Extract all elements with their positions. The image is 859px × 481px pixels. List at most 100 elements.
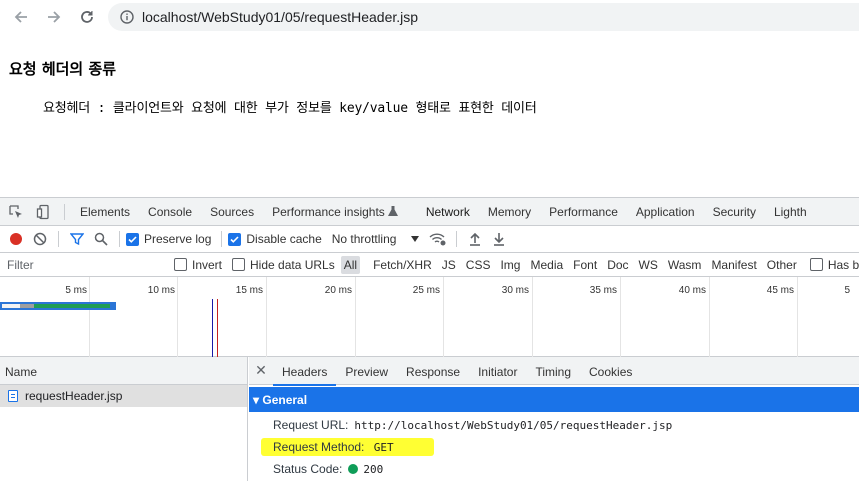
filter-bar: Invert Hide data URLs All Fetch/XHR JS C… bbox=[0, 253, 859, 277]
document-icon bbox=[8, 390, 18, 402]
timeline-gridline bbox=[355, 277, 356, 357]
reload-button[interactable] bbox=[76, 6, 98, 28]
filter-type-css[interactable]: CSS bbox=[463, 256, 494, 274]
timeline-gridline bbox=[443, 277, 444, 357]
tab-security[interactable]: Security bbox=[704, 198, 765, 225]
devtools-panel: Elements Console Sources Performance ins… bbox=[0, 197, 859, 481]
toolbar-divider bbox=[221, 231, 223, 247]
preserve-log-checkbox[interactable]: Preserve log bbox=[126, 232, 211, 246]
timeline-gridline bbox=[532, 277, 533, 357]
throttling-value: No throttling bbox=[331, 232, 397, 246]
download-icon bbox=[494, 233, 505, 246]
disable-cache-checkbox[interactable]: Disable cache bbox=[228, 232, 322, 246]
forward-button[interactable] bbox=[43, 6, 65, 28]
filter-type-fetch-xhr[interactable]: Fetch/XHR bbox=[370, 256, 435, 274]
checkbox-checked-icon bbox=[126, 232, 139, 246]
tab-response[interactable]: Response bbox=[397, 357, 469, 385]
tab-timing[interactable]: Timing bbox=[526, 357, 580, 385]
filter-type-img[interactable]: Img bbox=[497, 256, 523, 274]
search-icon bbox=[94, 232, 108, 246]
general-section-header[interactable]: ▾ General bbox=[249, 387, 859, 412]
record-button[interactable] bbox=[4, 227, 28, 251]
import-har-button[interactable] bbox=[463, 227, 487, 251]
status-code-value: 200 bbox=[363, 462, 384, 476]
arrow-left-icon bbox=[14, 11, 27, 23]
request-details: ✕ Headers Preview Response Initiator Tim… bbox=[249, 357, 859, 481]
tab-elements[interactable]: Elements bbox=[71, 198, 139, 225]
toolbar-divider bbox=[58, 231, 59, 247]
request-method-label: Request Method: bbox=[273, 440, 365, 454]
tab-headers[interactable]: Headers bbox=[273, 357, 337, 386]
clear-button[interactable] bbox=[28, 227, 52, 251]
arrow-right-icon bbox=[48, 11, 61, 23]
network-overview-timeline[interactable]: 5 ms 10 ms 15 ms 20 ms 25 ms 30 ms 35 ms… bbox=[0, 277, 859, 357]
timeline-tick-label: 30 ms bbox=[501, 285, 529, 296]
browser-toolbar: localhost/WebStudy01/05/requestHeader.js… bbox=[0, 0, 859, 34]
dropdown-arrow-icon bbox=[411, 236, 420, 242]
wifi-settings-icon bbox=[429, 233, 446, 246]
address-bar[interactable]: localhost/WebStudy01/05/requestHeader.js… bbox=[108, 3, 859, 31]
network-conditions-button[interactable] bbox=[426, 227, 450, 251]
filter-type-wasm[interactable]: Wasm bbox=[665, 256, 705, 274]
back-button[interactable] bbox=[10, 6, 32, 28]
checkbox-checked-icon bbox=[228, 232, 242, 246]
throttling-select[interactable]: No throttling bbox=[332, 232, 421, 246]
checkbox-unchecked-icon bbox=[174, 258, 187, 271]
waterfall-download-segment bbox=[34, 304, 110, 308]
inspect-element-icon[interactable] bbox=[2, 204, 30, 220]
flask-icon bbox=[387, 206, 398, 216]
toolbar-divider bbox=[119, 231, 120, 247]
timeline-tick-label: 5 bbox=[844, 285, 850, 296]
load-event-marker bbox=[217, 299, 218, 357]
tab-lighthouse[interactable]: Lighth bbox=[765, 198, 816, 225]
filter-type-media[interactable]: Media bbox=[527, 256, 566, 274]
filter-type-other[interactable]: Other bbox=[764, 256, 800, 274]
tab-network[interactable]: Network bbox=[416, 198, 479, 225]
funnel-icon bbox=[70, 233, 84, 246]
invert-label: Invert bbox=[192, 257, 223, 272]
filter-type-manifest[interactable]: Manifest bbox=[708, 256, 759, 274]
tab-cookies[interactable]: Cookies bbox=[580, 357, 641, 385]
tab-performance-insights-label: Performance insights bbox=[272, 204, 385, 219]
dom-content-loaded-marker bbox=[212, 299, 213, 357]
timeline-tick-label: 15 ms bbox=[235, 285, 263, 296]
info-icon bbox=[120, 10, 134, 24]
tab-memory[interactable]: Memory bbox=[479, 198, 540, 225]
tab-performance-insights[interactable]: Performance insights bbox=[263, 198, 407, 225]
waterfall-stalled-segment bbox=[20, 304, 34, 308]
devtools-tabbar: Elements Console Sources Performance ins… bbox=[0, 198, 859, 226]
timeline-gridline bbox=[620, 277, 621, 357]
column-header-name[interactable]: Name bbox=[0, 357, 247, 385]
url-text: localhost/WebStudy01/05/requestHeader.js… bbox=[142, 9, 419, 25]
disable-cache-label: Disable cache bbox=[246, 232, 322, 246]
table-row[interactable]: requestHeader.jsp bbox=[0, 385, 247, 407]
timeline-gridline bbox=[709, 277, 710, 357]
filter-type-all[interactable]: All bbox=[340, 255, 361, 274]
filter-type-ws[interactable]: WS bbox=[636, 256, 661, 274]
device-toolbar-icon[interactable] bbox=[30, 204, 58, 220]
hide-data-urls-checkbox[interactable]: Hide data URLs bbox=[232, 258, 335, 272]
tab-sources[interactable]: Sources bbox=[201, 198, 263, 225]
invert-checkbox[interactable]: Invert bbox=[174, 258, 222, 272]
filter-type-font[interactable]: Font bbox=[570, 256, 600, 274]
timeline-gridline bbox=[266, 277, 267, 357]
upload-icon bbox=[470, 232, 481, 246]
page-title: 요청 헤더의 종류 bbox=[9, 60, 117, 78]
tab-performance[interactable]: Performance bbox=[540, 198, 627, 225]
tab-preview[interactable]: Preview bbox=[336, 357, 397, 385]
timeline-gridline bbox=[89, 277, 90, 357]
filter-toggle-button[interactable] bbox=[65, 227, 89, 251]
filter-input[interactable] bbox=[2, 254, 162, 275]
export-har-button[interactable] bbox=[487, 227, 511, 251]
search-button[interactable] bbox=[89, 227, 113, 251]
request-name: requestHeader.jsp bbox=[25, 389, 123, 403]
has-blocked-cookies-checkbox[interactable]: Has blo bbox=[809, 258, 859, 272]
tab-initiator[interactable]: Initiator bbox=[469, 357, 526, 385]
network-toolbar: Preserve log Disable cache No throttling bbox=[0, 226, 859, 253]
filter-type-doc[interactable]: Doc bbox=[604, 256, 631, 274]
close-icon[interactable]: ✕ bbox=[249, 362, 273, 379]
tab-console[interactable]: Console bbox=[139, 198, 201, 225]
tab-application[interactable]: Application bbox=[627, 198, 704, 225]
filter-type-js[interactable]: JS bbox=[439, 256, 459, 274]
reload-icon bbox=[81, 11, 93, 23]
